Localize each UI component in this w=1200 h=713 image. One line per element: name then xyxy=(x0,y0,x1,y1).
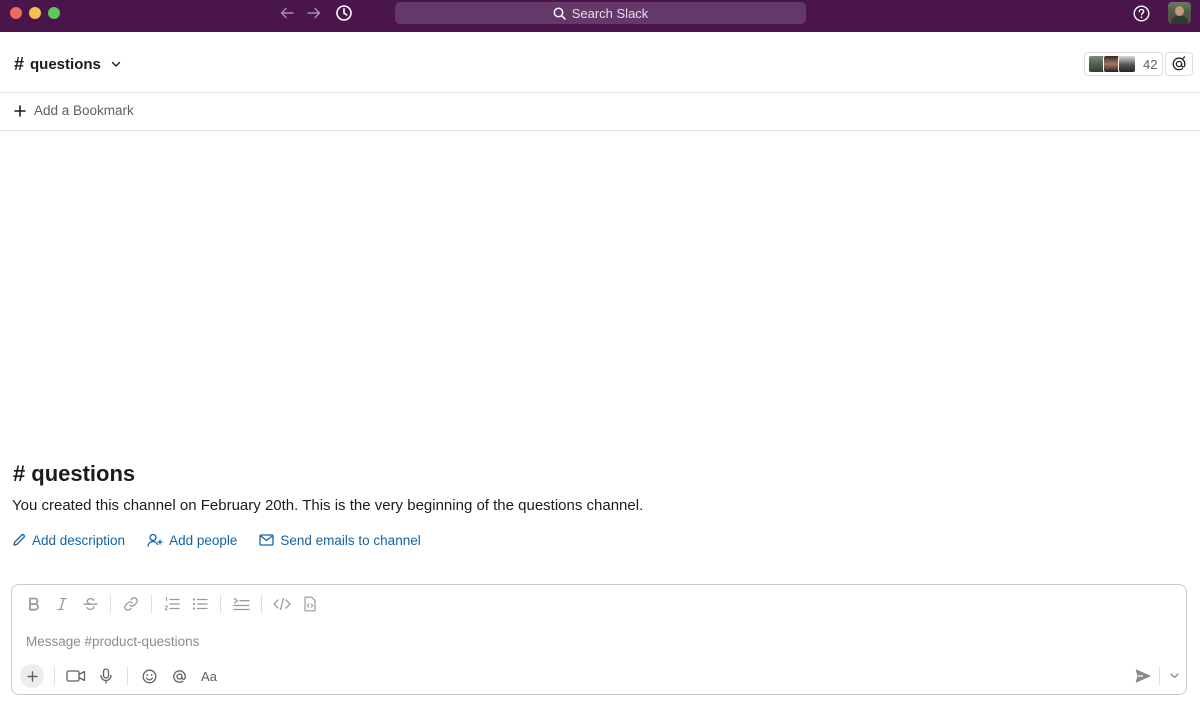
channel-intro-title: # questions xyxy=(13,461,135,487)
bulleted-list-button[interactable] xyxy=(186,591,214,617)
channel-header: # questions 42 xyxy=(0,32,1200,93)
forward-button[interactable] xyxy=(303,4,325,22)
code-block-icon xyxy=(304,596,316,612)
history-button[interactable] xyxy=(333,4,355,22)
send-options-button[interactable] xyxy=(1165,665,1183,687)
strikethrough-icon xyxy=(82,598,98,610)
bulleted-list-icon xyxy=(192,598,208,610)
send-icon xyxy=(1135,669,1151,683)
arrow-left-icon xyxy=(280,7,294,19)
add-description-link[interactable]: Add description xyxy=(12,531,125,549)
send-emails-label: Send emails to channel xyxy=(280,532,421,548)
code-button[interactable] xyxy=(268,591,296,617)
add-person-icon xyxy=(147,533,163,547)
link-button[interactable] xyxy=(117,591,145,617)
search-bar[interactable]: Search Slack xyxy=(395,2,806,24)
emoji-button[interactable] xyxy=(134,663,164,689)
toolbar-divider xyxy=(1159,667,1160,685)
intro-channel-name: questions xyxy=(31,461,136,486)
ordered-list-button[interactable] xyxy=(158,591,186,617)
channel-intro-actions: Add description Add people Send emails t… xyxy=(12,531,421,549)
strikethrough-button[interactable] xyxy=(76,591,104,617)
title-bar: Search Slack xyxy=(0,0,1200,32)
microphone-icon xyxy=(100,668,112,684)
history-icon xyxy=(336,5,352,21)
code-block-button[interactable] xyxy=(296,591,324,617)
toolbar-divider xyxy=(151,595,152,613)
italic-button[interactable] xyxy=(48,591,76,617)
formatting-toolbar xyxy=(20,591,324,617)
envelope-icon xyxy=(259,534,275,546)
add-people-label: Add people xyxy=(169,532,238,548)
channel-hash-icon: # xyxy=(14,53,25,74)
chevron-down-icon xyxy=(1169,673,1179,679)
add-bookmark-button[interactable]: Add a Bookmark xyxy=(14,103,134,118)
message-composer: Aa xyxy=(11,584,1187,695)
help-icon xyxy=(1132,4,1150,22)
link-icon xyxy=(124,597,138,611)
video-clip-button[interactable] xyxy=(61,663,91,689)
channel-name: questions xyxy=(30,55,101,73)
bookmark-bar: Add a Bookmark xyxy=(0,93,1200,131)
blockquote-button[interactable] xyxy=(227,591,255,617)
formatting-toggle-button[interactable]: Aa xyxy=(194,663,224,689)
add-people-link[interactable]: Add people xyxy=(147,531,237,549)
chevron-down-icon xyxy=(111,61,121,68)
toolbar-divider xyxy=(54,667,55,685)
attach-button[interactable] xyxy=(20,664,44,688)
window-close-button[interactable] xyxy=(10,7,22,19)
channel-intro-text: You created this channel on February 20t… xyxy=(12,497,644,514)
bold-button[interactable] xyxy=(20,591,48,617)
add-description-label: Add description xyxy=(32,532,126,548)
members-button[interactable]: 42 xyxy=(1084,52,1163,76)
send-emails-link[interactable]: Send emails to channel xyxy=(259,531,421,549)
italic-icon xyxy=(57,597,67,611)
intro-hash: # xyxy=(13,461,26,486)
mention-button[interactable] xyxy=(164,663,194,689)
plus-icon xyxy=(14,104,26,117)
toolbar-divider xyxy=(261,595,262,613)
arrow-right-icon xyxy=(307,7,321,19)
member-count: 42 xyxy=(1143,56,1158,72)
message-input[interactable] xyxy=(26,631,1166,651)
composer-actions: Aa xyxy=(18,663,224,689)
channel-name-button[interactable]: # questions xyxy=(14,52,121,76)
window-maximize-button[interactable] xyxy=(48,7,60,19)
pencil-icon xyxy=(13,533,26,546)
toolbar-divider xyxy=(110,595,111,613)
search-placeholder: Search Slack xyxy=(571,5,649,21)
huddle-mention-button[interactable] xyxy=(1165,52,1193,76)
toolbar-divider xyxy=(127,667,128,685)
search-icon xyxy=(553,7,566,20)
at-sign-icon xyxy=(1172,56,1186,71)
help-button[interactable] xyxy=(1132,4,1150,22)
video-camera-icon xyxy=(66,670,86,682)
blockquote-icon xyxy=(232,597,250,611)
member-avatar xyxy=(1118,55,1136,73)
back-button[interactable] xyxy=(276,4,298,22)
send-button[interactable] xyxy=(1130,665,1156,687)
ordered-list-icon xyxy=(164,597,180,611)
bold-icon xyxy=(29,597,39,611)
code-icon xyxy=(273,597,291,611)
user-avatar[interactable] xyxy=(1168,2,1191,24)
toolbar-divider xyxy=(220,595,221,613)
add-bookmark-label: Add a Bookmark xyxy=(34,103,134,118)
audio-clip-button[interactable] xyxy=(91,663,121,689)
at-sign-icon xyxy=(172,669,186,683)
emoji-icon xyxy=(142,669,156,683)
window-minimize-button[interactable] xyxy=(29,7,41,19)
plus-icon xyxy=(26,670,38,682)
